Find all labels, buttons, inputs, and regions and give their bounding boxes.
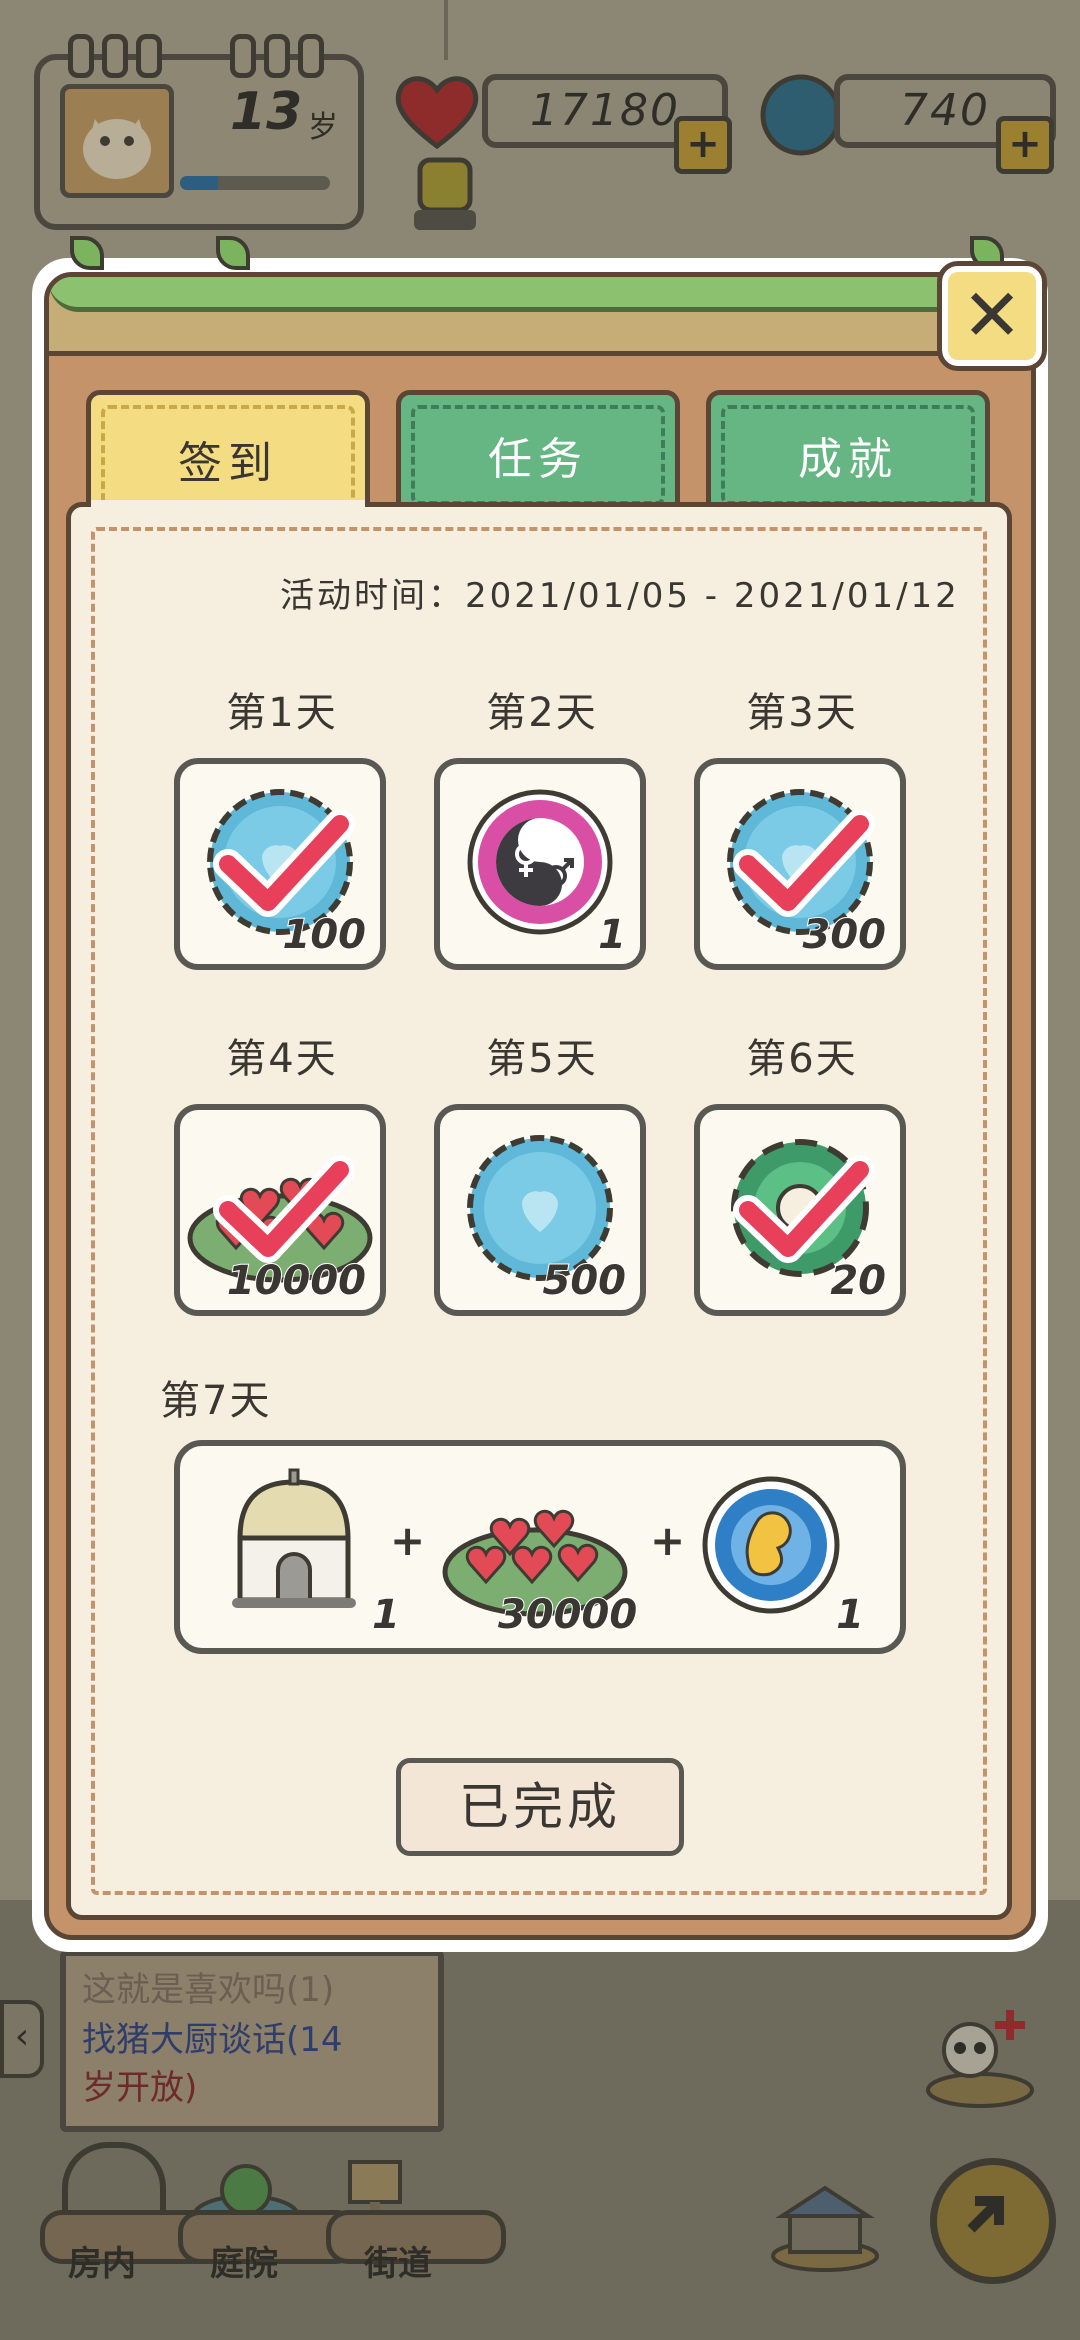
active-tab-joint xyxy=(91,500,365,512)
reward-day-1[interactable]: 100 xyxy=(174,758,386,970)
calendar-ring xyxy=(68,34,94,78)
reward-quantity: 100 xyxy=(282,911,367,959)
home-building-icon[interactable] xyxy=(770,2182,880,2272)
activity-time: 活动时间：2021/01/05 - 2021/01/12 xyxy=(280,576,960,616)
reward-day-3[interactable]: 300 xyxy=(694,758,906,970)
reward-quantity: 1 xyxy=(371,1591,401,1639)
day-label: 第3天 xyxy=(746,690,858,736)
plus-sign: + xyxy=(390,1516,426,1565)
day-label: 第7天 xyxy=(160,1378,272,1424)
day-label: 第6天 xyxy=(746,1036,858,1082)
tab-label: 任务 xyxy=(488,434,588,485)
reward-day-5[interactable]: 500 xyxy=(434,1104,646,1316)
age-unit: 岁 xyxy=(308,110,338,145)
dome-house-icon xyxy=(232,1468,356,1608)
panda-icon[interactable] xyxy=(920,1990,1040,2110)
calendar-ring xyxy=(298,34,324,78)
age-progress-fill xyxy=(180,176,218,190)
reward-day-2[interactable]: 1 xyxy=(434,758,646,970)
add-hearts-button[interactable]: + xyxy=(674,116,732,174)
reward-quantity: 30000 xyxy=(497,1591,638,1639)
completed-button[interactable]: 已完成 xyxy=(396,1758,684,1856)
heart-icon xyxy=(395,76,479,150)
age-progress-bar xyxy=(180,176,330,190)
bottlecap-icon xyxy=(760,74,842,156)
age-calendar: 13 岁 xyxy=(34,34,364,230)
hanging-string xyxy=(444,0,448,60)
reward-day-4[interactable]: 10000 xyxy=(174,1104,386,1316)
calendar-ring xyxy=(230,34,256,78)
day-label: 第1天 xyxy=(226,690,338,736)
calendar-ring xyxy=(102,34,128,78)
reward-day-7[interactable]: 1 + 30000 + 1 xyxy=(174,1440,906,1654)
nav-street-label[interactable]: 街道 xyxy=(364,2236,432,2285)
day-label: 第4天 xyxy=(226,1036,338,1082)
task-line: 岁开放) xyxy=(82,2068,198,2108)
task-board[interactable]: 这就是喜欢吗(1) 找猪大厨谈话(14 岁开放) xyxy=(60,1950,444,2132)
collapse-arrow-button[interactable]: ‹ xyxy=(0,2000,44,2078)
tab-tasks[interactable]: 任务 xyxy=(396,390,680,520)
tab-achievements[interactable]: 成就 xyxy=(706,390,990,520)
day-label: 第5天 xyxy=(486,1036,598,1082)
reward-quantity: 10000 xyxy=(226,1257,367,1305)
dialog-header-strip xyxy=(49,277,1031,356)
task-line: 找猪大厨谈话(14 xyxy=(82,2020,343,2060)
reward-quantity: 1 xyxy=(835,1591,865,1639)
lantern-icon xyxy=(414,157,476,230)
day-label: 第2天 xyxy=(486,690,598,736)
calendar-ring xyxy=(136,34,162,78)
tab-label: 签到 xyxy=(178,438,278,489)
character-avatar[interactable] xyxy=(60,84,174,198)
reward-quantity: 500 xyxy=(542,1257,627,1305)
baby-embryo-icon xyxy=(702,1476,840,1614)
reward-quantity: 1 xyxy=(597,911,627,959)
calendar-ring xyxy=(264,34,290,78)
nav-yard-label[interactable]: 庭院 xyxy=(210,2236,278,2285)
return-arrow-button[interactable] xyxy=(930,2158,1056,2284)
close-button[interactable]: ✕ xyxy=(937,261,1047,371)
plus-sign: + xyxy=(650,1516,686,1565)
reward-quantity: 300 xyxy=(802,911,887,959)
grass-decoration xyxy=(49,277,1031,312)
reward-day-6[interactable]: 20 xyxy=(694,1104,906,1316)
reward-quantity: 20 xyxy=(829,1257,887,1305)
tab-label: 成就 xyxy=(798,434,898,485)
add-bottlecaps-button[interactable]: + xyxy=(996,116,1054,174)
task-line: 这就是喜欢吗(1) xyxy=(82,1970,335,2010)
age-value: 13 xyxy=(230,82,303,142)
nav-room-label[interactable]: 房内 xyxy=(68,2236,136,2285)
